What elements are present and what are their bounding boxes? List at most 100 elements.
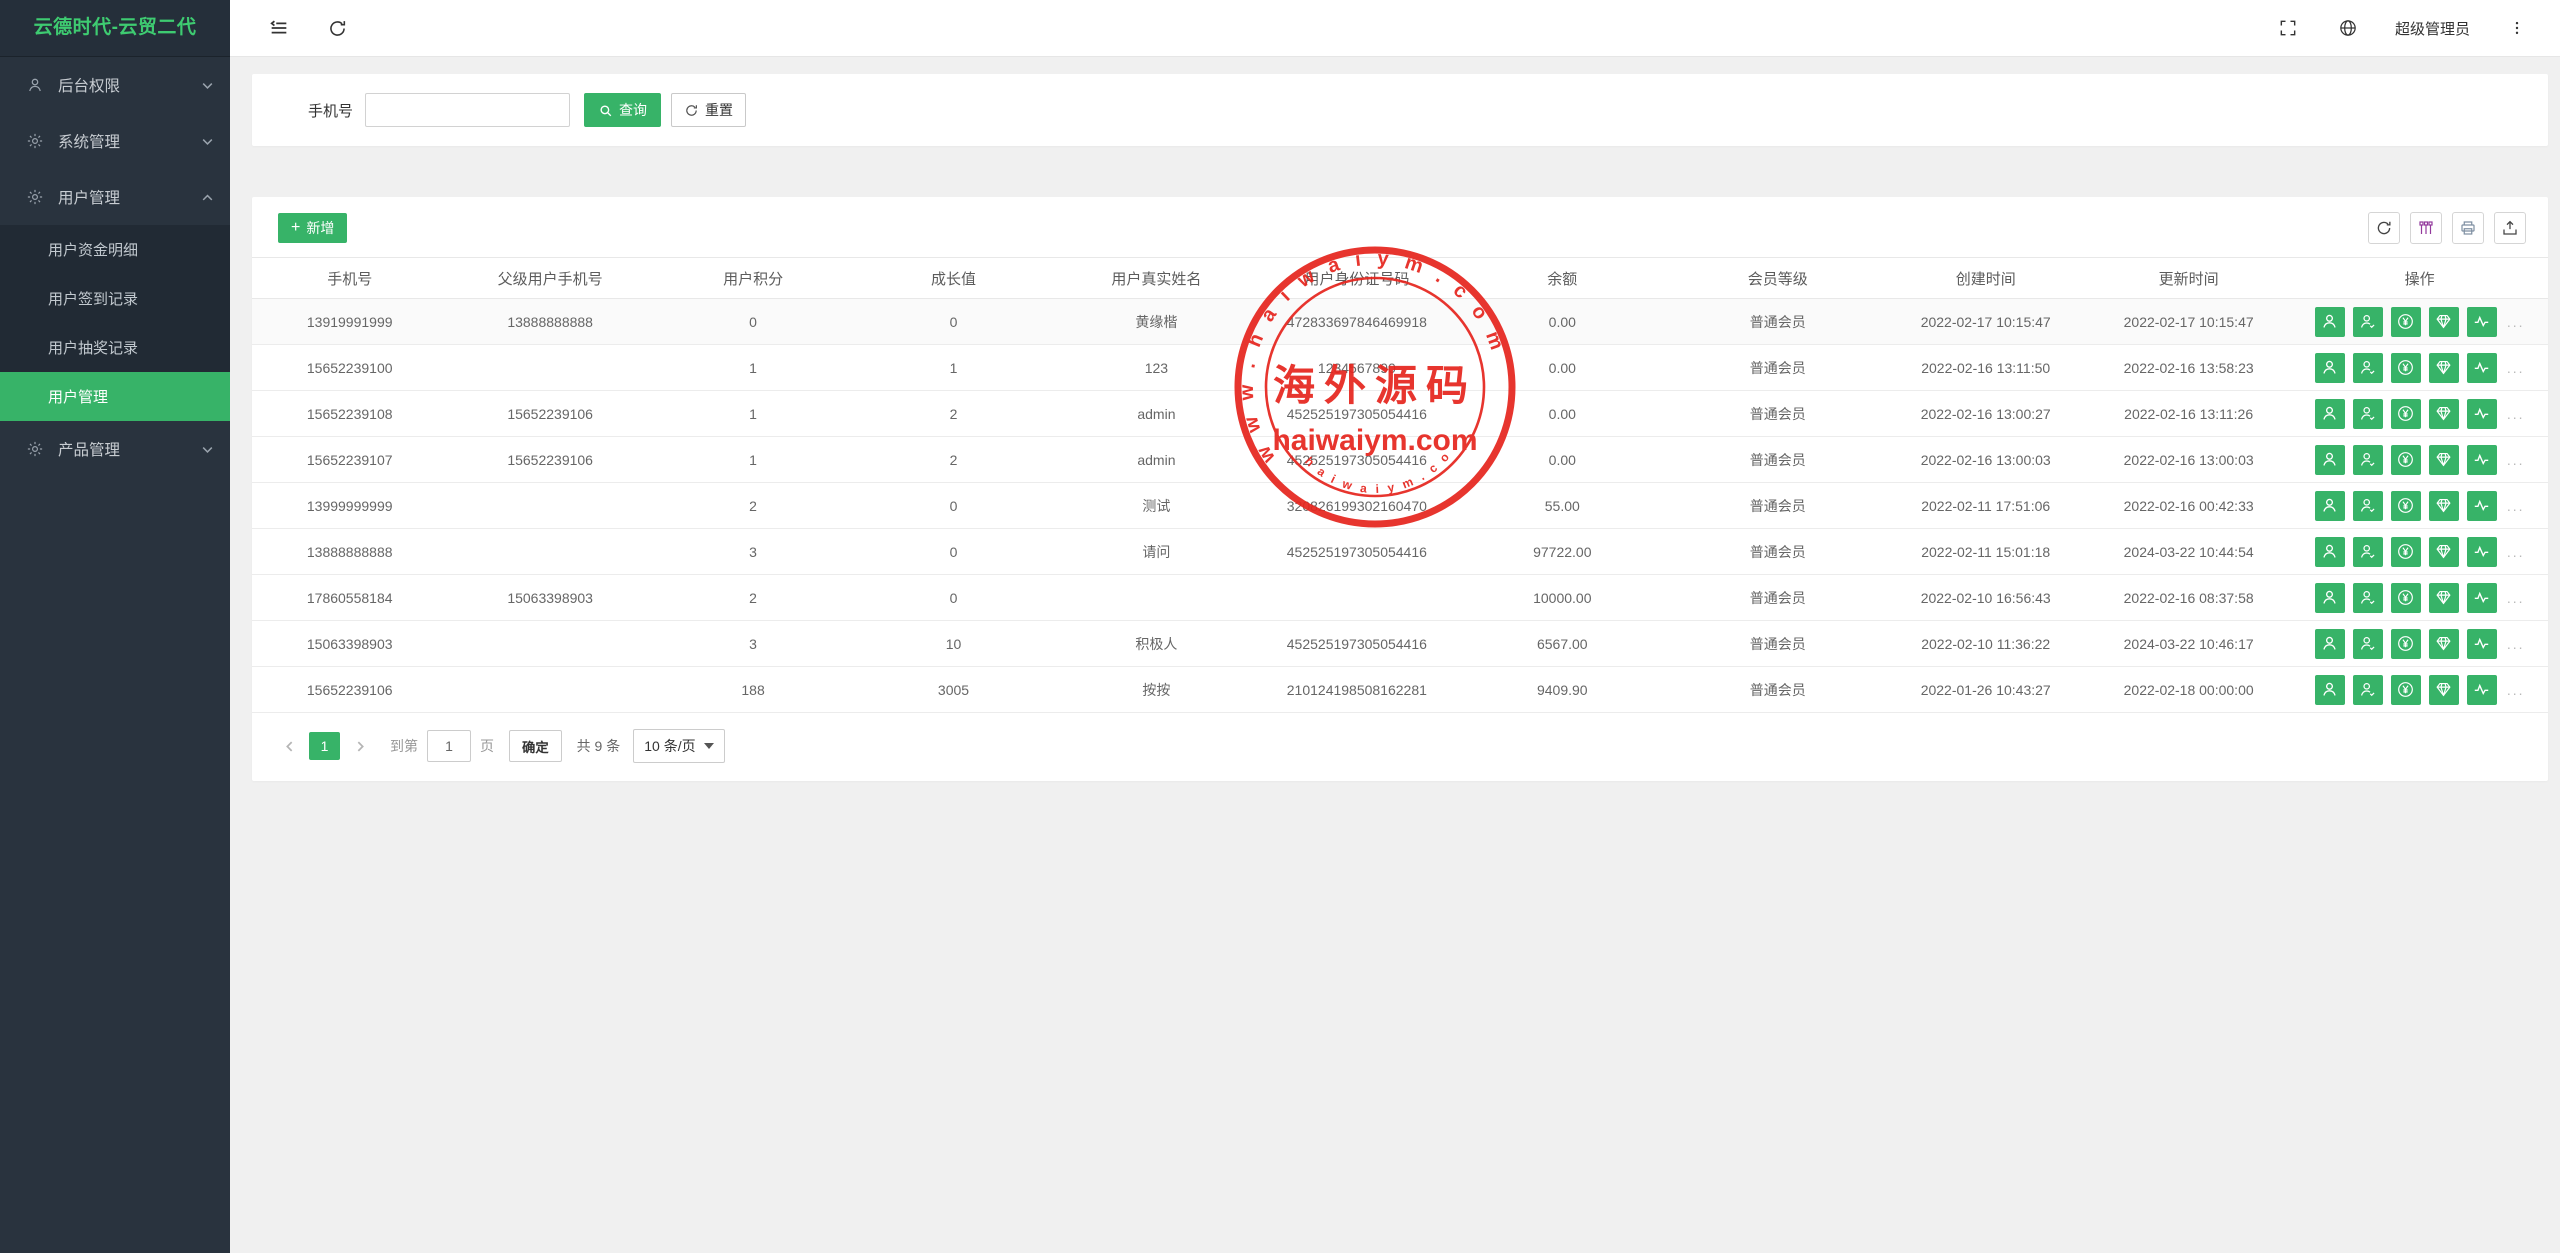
sidebar-item-label: 产品管理 [58,438,120,460]
goto-confirm-button[interactable]: 确定 [509,730,562,762]
activity-button[interactable] [2467,629,2497,659]
current-user-menu[interactable]: 超级管理员 [2395,18,2470,39]
user-detail-button[interactable] [2315,629,2345,659]
page-size-select[interactable]: 10 条/页 [633,729,724,763]
user-team-button[interactable] [2353,445,2383,475]
balance-button[interactable] [2391,399,2421,429]
add-user-button[interactable]: + 新增 [278,213,347,243]
gem-icon [2434,680,2453,699]
user-team-button[interactable] [2353,491,2383,521]
table-cell: 2022-02-16 08:37:58 [2086,575,2291,621]
points-gem-button[interactable] [2429,445,2459,475]
activity-button[interactable] [2467,353,2497,383]
fullscreen-button[interactable] [2275,15,2301,41]
user-detail-button[interactable] [2315,491,2345,521]
table-cell: 97722.00 [1455,529,1670,575]
user-team-button[interactable] [2353,583,2383,613]
table-cell: 0 [853,575,1053,621]
activity-button[interactable] [2467,399,2497,429]
table-cell: 2022-01-26 10:43:27 [1886,667,2086,713]
points-gem-button[interactable] [2429,629,2459,659]
more-actions-ellipsis[interactable]: ... [2507,636,2525,652]
query-button[interactable]: 查询 [584,93,661,127]
sidebar-item-user-management[interactable]: 用户管理 [0,169,230,225]
prev-page-button[interactable] [278,733,300,759]
points-gem-button[interactable] [2429,583,2459,613]
user-team-button[interactable] [2353,353,2383,383]
more-actions-ellipsis[interactable]: ... [2507,498,2525,514]
activity-button[interactable] [2467,537,2497,567]
activity-button[interactable] [2467,675,2497,705]
points-gem-button[interactable] [2429,537,2459,567]
user-detail-button[interactable] [2315,675,2345,705]
table-row: 17860558184150633989032010000.00普通会员2022… [252,575,2548,621]
more-actions-ellipsis[interactable]: ... [2507,360,2525,376]
balance-button[interactable] [2391,353,2421,383]
table-cell [447,621,652,667]
more-actions-ellipsis[interactable]: ... [2507,544,2525,560]
more-actions-ellipsis[interactable]: ... [2507,452,2525,468]
phone-search-input[interactable] [365,93,570,127]
user-detail-button[interactable] [2315,445,2345,475]
more-actions-ellipsis[interactable]: ... [2507,590,2525,606]
balance-button[interactable] [2391,583,2421,613]
filter-columns-button[interactable] [2410,212,2442,244]
more-menu-button[interactable] [2504,15,2530,41]
user-team-button[interactable] [2353,307,2383,337]
points-gem-button[interactable] [2429,675,2459,705]
table-cell: 0.00 [1455,299,1670,345]
points-gem-button[interactable] [2429,491,2459,521]
table-cell-actions: ... [2291,391,2548,437]
balance-button[interactable] [2391,629,2421,659]
user-team-button[interactable] [2353,537,2383,567]
more-actions-ellipsis[interactable]: ... [2507,682,2525,698]
user-detail-button[interactable] [2315,537,2345,567]
table-cell: 6567.00 [1455,621,1670,667]
balance-button[interactable] [2391,537,2421,567]
refresh-page-button[interactable] [324,15,350,41]
language-button[interactable] [2335,15,2361,41]
user-detail-button[interactable] [2315,583,2345,613]
sidebar-item-system-management[interactable]: 系统管理 [0,113,230,169]
column-header: 用户真实姓名 [1054,258,1259,299]
next-page-button[interactable] [349,733,371,759]
table-row: 139199919991388888888800黄缘楷4728336978464… [252,299,2548,345]
sidebar-item-user-management-active[interactable]: 用户管理 [0,372,230,421]
refresh-table-button[interactable] [2368,212,2400,244]
points-gem-button[interactable] [2429,307,2459,337]
user-team-button[interactable] [2353,629,2383,659]
collapse-sidebar-button[interactable] [266,15,292,41]
table-cell: 2022-02-16 13:11:50 [1886,345,2086,391]
reset-button[interactable]: 重置 [671,93,746,127]
sidebar-item-backend-permissions[interactable]: 后台权限 [0,57,230,113]
table-cell: 320826199302160470 [1259,483,1454,529]
points-gem-button[interactable] [2429,353,2459,383]
export-button[interactable] [2494,212,2526,244]
table-cell [447,345,652,391]
print-button[interactable] [2452,212,2484,244]
user-detail-button[interactable] [2315,307,2345,337]
user-team-button[interactable] [2353,399,2383,429]
page-number-button[interactable]: 1 [309,732,340,760]
balance-button[interactable] [2391,445,2421,475]
user-detail-button[interactable] [2315,353,2345,383]
sidebar-item-user-funds-detail[interactable]: 用户资金明细 [0,225,230,274]
activity-button[interactable] [2467,583,2497,613]
more-actions-ellipsis[interactable]: ... [2507,314,2525,330]
activity-button[interactable] [2467,491,2497,521]
user-team-button[interactable] [2353,675,2383,705]
activity-button[interactable] [2467,445,2497,475]
activity-button[interactable] [2467,307,2497,337]
table-body: 139199919991388888888800黄缘楷4728336978464… [252,299,2548,713]
more-actions-ellipsis[interactable]: ... [2507,406,2525,422]
goto-page-input[interactable] [427,730,471,762]
sidebar-item-product-management[interactable]: 产品管理 [0,421,230,477]
user-detail-button[interactable] [2315,399,2345,429]
balance-button[interactable] [2391,491,2421,521]
balance-button[interactable] [2391,675,2421,705]
sidebar-item-user-checkin-records[interactable]: 用户签到记录 [0,274,230,323]
points-gem-button[interactable] [2429,399,2459,429]
balance-button[interactable] [2391,307,2421,337]
sidebar-item-user-lottery-records[interactable]: 用户抽奖记录 [0,323,230,372]
table-cell: 9409.90 [1455,667,1670,713]
